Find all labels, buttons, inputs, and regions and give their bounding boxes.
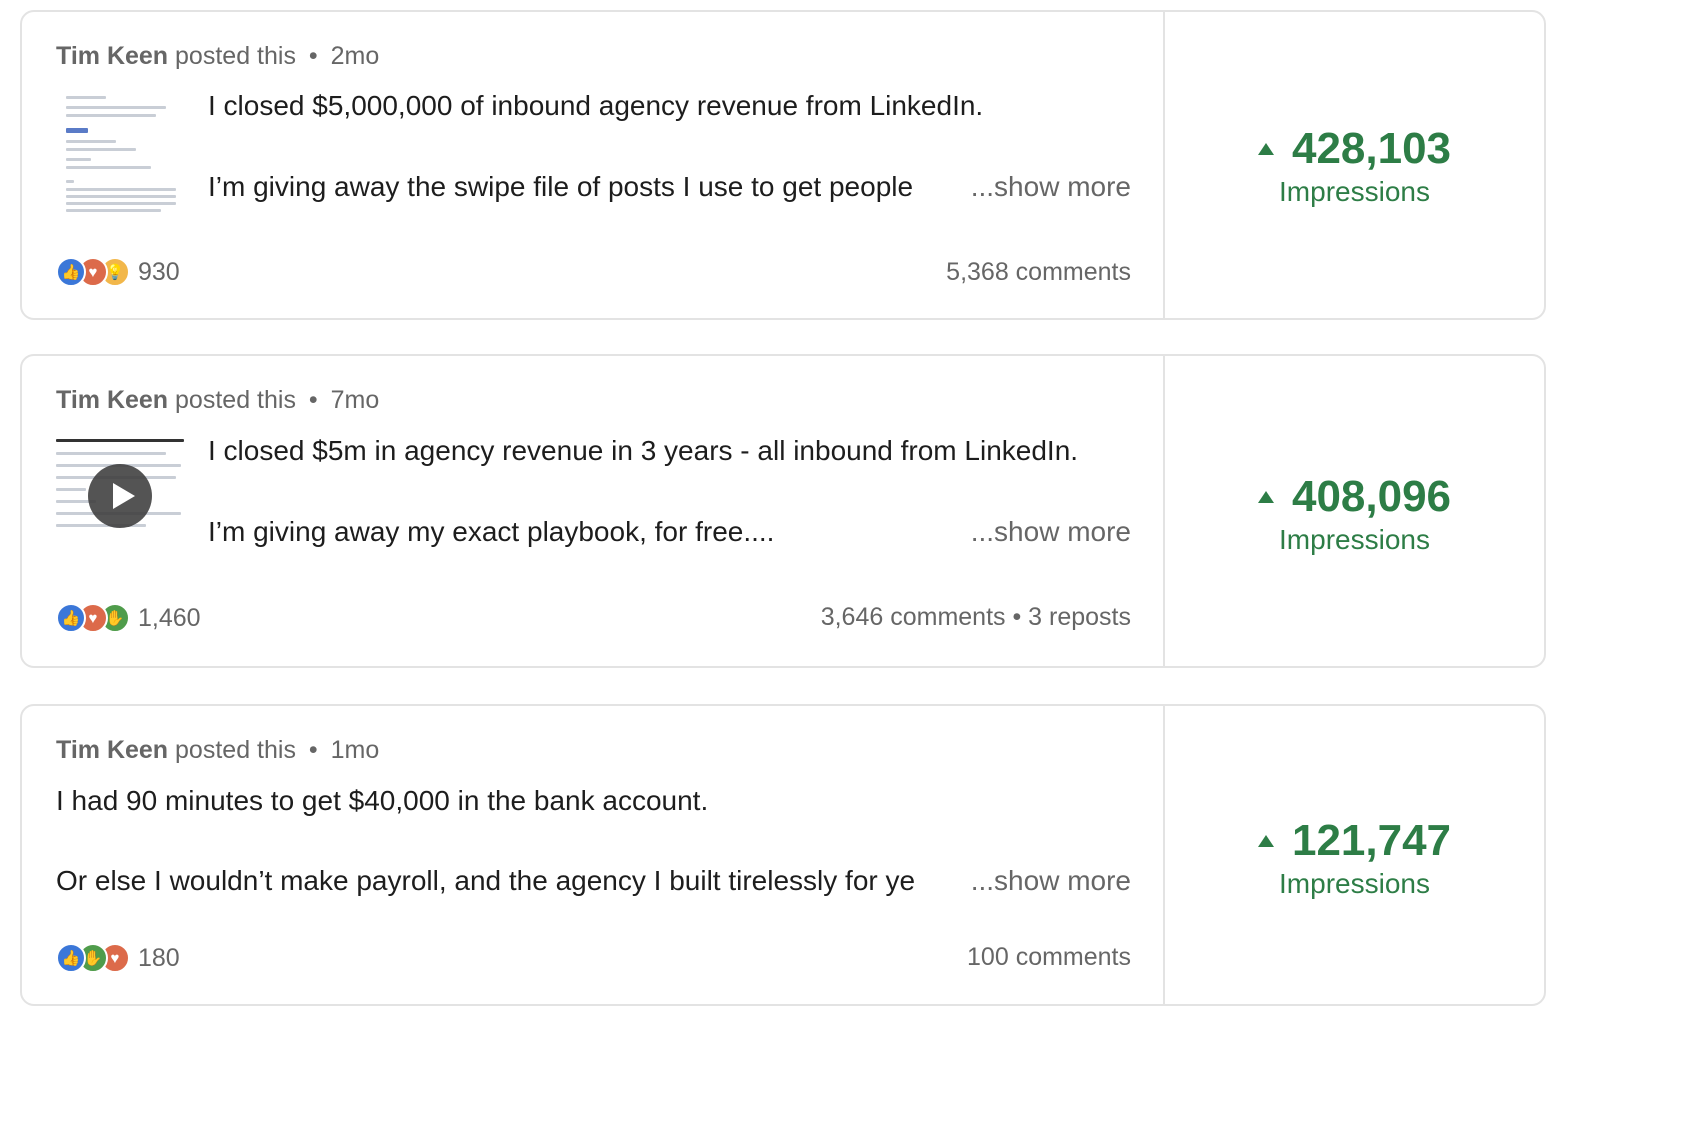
post-age: 1mo <box>330 736 380 764</box>
post-text-line-2: I’m giving away my exact playbook, for f… <box>208 516 775 547</box>
show-more-link[interactable]: ...show more <box>954 865 1131 897</box>
impressions-panel: 428,103 Impressions <box>1165 12 1544 318</box>
post-header: Tim Keen posted this • 2mo <box>56 42 379 71</box>
impressions-value-wrapper: 428,103 <box>1257 124 1452 174</box>
post-card[interactable]: Tim Keen posted this • 2mo I closed $5,0… <box>20 10 1546 320</box>
author-name[interactable]: Tim Keen <box>56 736 168 764</box>
reaction-count: 180 <box>138 943 180 972</box>
post-text-line-2: I’m giving away the swipe file of posts … <box>208 171 914 202</box>
impressions-label: Impressions <box>1279 524 1430 555</box>
post-content[interactable]: Tim Keen posted this • 2mo I closed $5,0… <box>22 12 1165 318</box>
show-more-link[interactable]: ...show more <box>954 516 1131 548</box>
trend-up-icon <box>1257 491 1274 503</box>
post-content[interactable]: Tim Keen posted this • 1mo I had 90 minu… <box>22 706 1165 1004</box>
play-icon[interactable] <box>88 464 152 528</box>
reactions-summary[interactable]: 👍 ♥ 💡 930 <box>56 255 180 289</box>
separator-dot: • <box>308 736 318 764</box>
impressions-panel: 408,096 Impressions <box>1165 356 1544 666</box>
post-text-line-1: I closed $5,000,000 of inbound agency re… <box>208 90 984 121</box>
reaction-count: 1,460 <box>138 603 201 632</box>
impressions-value: 408,096 <box>1291 472 1452 521</box>
document-thumbnail[interactable] <box>56 88 186 218</box>
post-header: Tim Keen posted this • 7mo <box>56 386 379 415</box>
impressions-label: Impressions <box>1279 176 1430 207</box>
like-icon: 👍 <box>56 603 86 633</box>
separator-dot: • <box>308 386 318 414</box>
impressions-value-wrapper: 121,747 <box>1257 816 1452 866</box>
reactions-summary[interactable]: 👍 ♥ ✋ 1,460 <box>56 601 201 635</box>
author-name[interactable]: Tim Keen <box>56 42 168 70</box>
trend-up-icon <box>1257 143 1274 155</box>
post-action: posted this <box>175 736 296 764</box>
post-stats[interactable]: 100 comments <box>967 943 1131 972</box>
show-more-link[interactable]: ...show more <box>954 171 1131 203</box>
impressions-label: Impressions <box>1279 868 1430 899</box>
post-card[interactable]: Tim Keen posted this • 7mo I closed $5m … <box>20 354 1546 668</box>
post-text-line-2: Or else I wouldn’t make payroll, and the… <box>56 865 916 896</box>
post-action: posted this <box>175 386 296 414</box>
video-thumbnail[interactable] <box>56 434 186 564</box>
impressions-value-wrapper: 408,096 <box>1257 472 1452 522</box>
post-text-line-1: I had 90 minutes to get $40,000 in the b… <box>56 785 709 816</box>
impressions-panel: 121,747 Impressions <box>1165 706 1544 1004</box>
impressions-value: 428,103 <box>1291 124 1452 173</box>
post-content[interactable]: Tim Keen posted this • 7mo I closed $5m … <box>22 356 1165 666</box>
post-card[interactable]: Tim Keen posted this • 1mo I had 90 minu… <box>20 704 1546 1006</box>
post-age: 2mo <box>330 42 380 70</box>
like-icon: 👍 <box>56 257 86 287</box>
post-stats[interactable]: 3,646 comments • 3 reposts <box>821 603 1131 632</box>
post-age: 7mo <box>330 386 380 414</box>
reaction-count: 930 <box>138 257 180 286</box>
post-text-line-1: I closed $5m in agency revenue in 3 year… <box>208 435 1079 466</box>
separator-dot: • <box>308 42 318 70</box>
author-name[interactable]: Tim Keen <box>56 386 168 414</box>
post-stats[interactable]: 5,368 comments <box>946 258 1131 287</box>
post-header: Tim Keen posted this • 1mo <box>56 736 379 765</box>
reactions-summary[interactable]: 👍 ✋ ♥ 180 <box>56 941 180 975</box>
post-action: posted this <box>175 42 296 70</box>
like-icon: 👍 <box>56 943 86 973</box>
trend-up-icon <box>1257 835 1274 847</box>
impressions-value: 121,747 <box>1291 816 1452 865</box>
